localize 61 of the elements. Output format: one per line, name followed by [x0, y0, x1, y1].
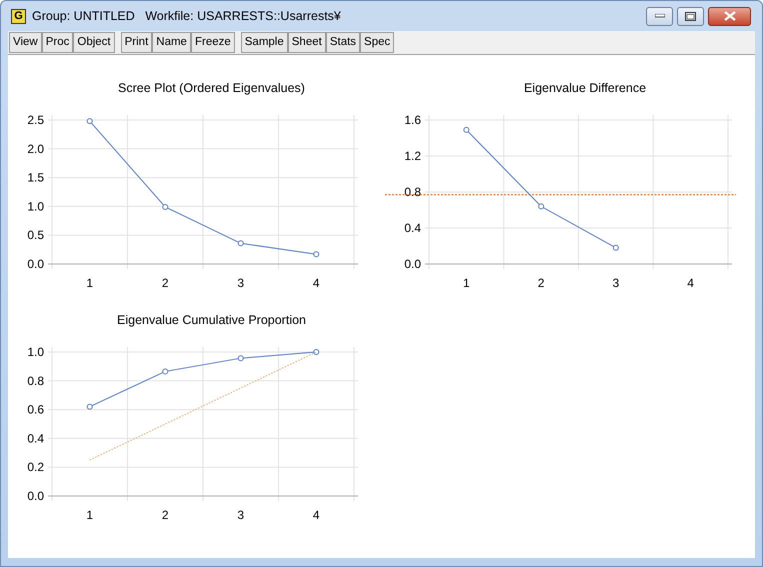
axis-label: 1.0 [27, 199, 44, 214]
axis-label: 0.0 [404, 256, 421, 271]
toolbar-button[interactable]: Sheet [288, 32, 326, 53]
axis-label: 4 [687, 276, 694, 288]
axis-label: 0.4 [27, 431, 44, 446]
data-point [238, 354, 244, 361]
data-point [538, 203, 544, 210]
toolbar-button[interactable]: Object [73, 32, 115, 53]
axis-label: 0.5 [27, 228, 44, 242]
close-icon [724, 11, 736, 21]
axis-label: 0.0 [27, 256, 44, 271]
axis-label: 3 [237, 276, 244, 288]
close-button[interactable] [708, 6, 751, 26]
data-point [313, 348, 320, 355]
window-title: Group: UNTITLED Workfile: USARRESTS::Usarrests¥ [32, 8, 342, 25]
axis-label: 1 [86, 276, 94, 288]
chart-title: Scree Plot (Ordered Eigenvalues) [117, 80, 306, 97]
toolbar-button[interactable]: View [9, 32, 42, 53]
axis-label: 2 [162, 276, 169, 288]
axis-label: 1.0 [27, 344, 44, 359]
chart-title: Eigenvalue Difference [522, 80, 648, 97]
toolbar-button[interactable]: Proc [42, 32, 74, 53]
axis-label: 3 [237, 508, 244, 520]
axis-label: 3 [612, 276, 620, 288]
toolbar-button[interactable]: Spec [360, 32, 394, 53]
data-point [612, 244, 619, 251]
toolbar-button[interactable]: Sample [240, 32, 288, 53]
data-point [238, 240, 244, 246]
data-point [162, 368, 168, 374]
axis-label: 1 [463, 276, 470, 288]
axis-label: 0.4 [404, 220, 421, 235]
axis-label: 0.2 [27, 460, 44, 474]
toolbar-button[interactable]: Name [152, 32, 191, 53]
data-point [463, 126, 470, 133]
maximize-button[interactable] [677, 6, 704, 26]
axis-label: 0.8 [27, 374, 44, 388]
axis-label: 0.8 [404, 184, 421, 199]
axis-label: 0.0 [27, 488, 44, 503]
axis-label: 1.5 [27, 170, 44, 184]
toolbar-button[interactable]: Stats [326, 32, 360, 53]
axis-label: 2 [538, 276, 544, 288]
axis-label: 1.2 [404, 148, 421, 163]
toolbar-button[interactable]: Print [120, 32, 152, 53]
axis-label: 4 [312, 276, 320, 288]
axis-label: 2 [162, 508, 169, 520]
minimize-button[interactable] [646, 6, 673, 26]
chart-title: Eigenvalue Cumulative Proportion [116, 312, 307, 329]
axis-label: 0.6 [27, 402, 44, 416]
axis-label: 1.6 [404, 112, 421, 127]
toolbar-button[interactable]: Freeze [190, 32, 235, 53]
minimize-icon [654, 14, 664, 18]
data-point [86, 403, 93, 410]
axis-label: 2.0 [27, 142, 44, 156]
data-point [162, 204, 168, 210]
axis-label: 1 [86, 508, 94, 520]
data-point [86, 118, 93, 124]
app-icon: G [11, 8, 26, 24]
maximize-icon [685, 12, 696, 20]
data-point [313, 250, 320, 257]
axis-label: 2.5 [27, 112, 44, 127]
axis-label: 4 [312, 508, 320, 520]
